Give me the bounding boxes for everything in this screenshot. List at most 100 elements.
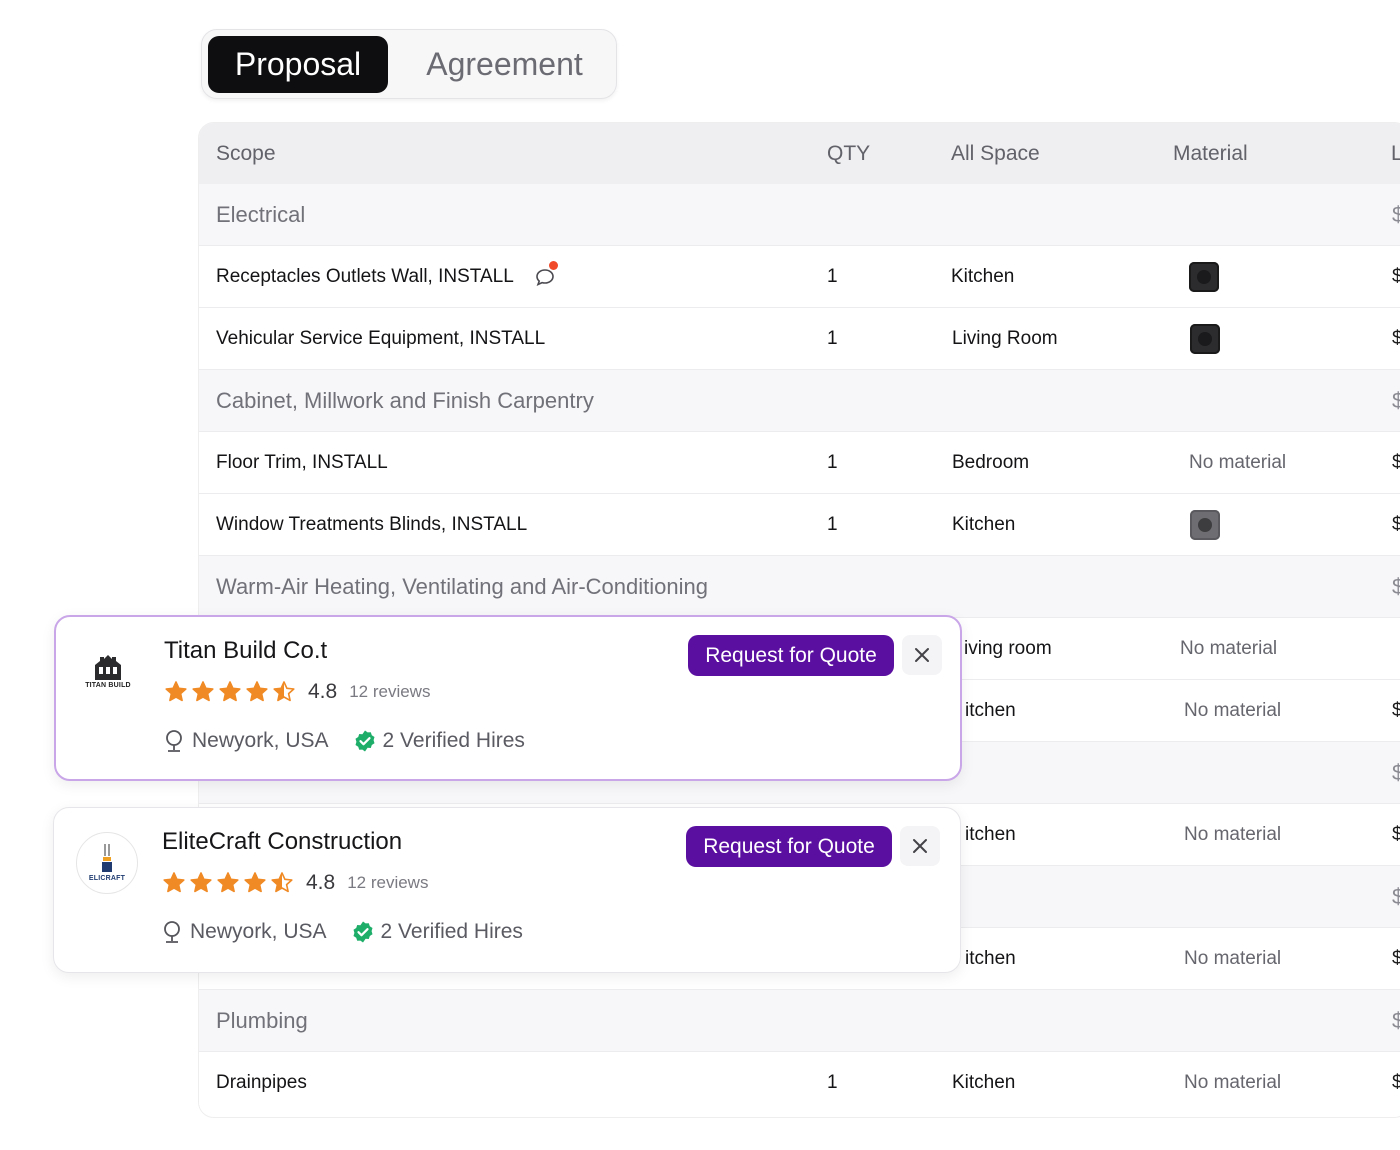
close-button[interactable] xyxy=(902,635,942,675)
material-cell: No material xyxy=(1180,637,1278,659)
scope-cell: Window Treatments Blinds, INSTALL xyxy=(216,513,528,535)
titan-logo-icon xyxy=(95,655,121,680)
rating-value: 4.8 xyxy=(306,871,336,894)
verified-badge-icon xyxy=(355,730,375,752)
material-cell: No material xyxy=(1189,451,1287,473)
table-row[interactable]: Vehicular Service Equipment, INSTALL 1 L… xyxy=(199,308,1400,370)
close-button[interactable] xyxy=(900,826,940,866)
price-cell: $ xyxy=(1392,246,1400,307)
material-cell: No material xyxy=(1184,823,1282,845)
category-row[interactable]: Warm-Air Heating, Ventilating and Air-Co… xyxy=(199,556,1400,618)
space-cell: Kitchen xyxy=(952,513,1016,535)
scope-cell: Vehicular Service Equipment, INSTALL xyxy=(216,327,546,349)
space-cell: Bedroom xyxy=(952,451,1030,473)
star-rating xyxy=(164,680,296,704)
price-cell: $ xyxy=(1392,308,1400,369)
space-cell: itchen xyxy=(965,947,1016,969)
request-quote-button[interactable]: Request for Quote xyxy=(688,635,894,676)
scope-label: Receptacles Outlets Wall, INSTALL xyxy=(216,265,514,287)
reviews-link[interactable]: 12 reviews xyxy=(349,682,430,702)
star-icon xyxy=(190,872,212,893)
table-row[interactable]: Window Treatments Blinds, INSTALL 1 Kitc… xyxy=(199,494,1400,556)
reviews-link[interactable]: 12 reviews xyxy=(347,873,428,893)
price-cell: $ xyxy=(1392,680,1400,741)
star-icon xyxy=(244,872,266,893)
star-icon xyxy=(165,681,187,702)
category-label: Warm-Air Heating, Ventilating and Air-Co… xyxy=(216,573,708,599)
category-label: Plumbing xyxy=(216,1007,308,1033)
verified-badge-icon xyxy=(353,921,373,943)
table-row[interactable]: Floor Trim, INSTALL 1 Bedroom No materia… xyxy=(199,432,1400,494)
rating-value: 4.8 xyxy=(308,680,338,703)
price-cell: $ xyxy=(1392,1052,1400,1114)
verified-hires: 2 Verified Hires xyxy=(353,729,525,753)
category-row[interactable]: Cabinet, Millwork and Finish Carpentry $ xyxy=(199,370,1400,432)
table-row[interactable]: Drainpipes 1 Kitchen No material $ xyxy=(199,1052,1400,1114)
verified-hires-text: 2 Verified Hires xyxy=(380,920,523,943)
verified-hires-text: 2 Verified Hires xyxy=(382,729,525,752)
notification-dot xyxy=(548,260,558,270)
category-row[interactable]: Plumbing $ xyxy=(199,990,1400,1052)
comment-icon[interactable] xyxy=(534,260,558,288)
space-cell: itchen xyxy=(965,823,1016,845)
material-swatch[interactable] xyxy=(1189,261,1219,292)
scope-cell: Drainpipes xyxy=(216,1072,307,1093)
rating: 4.8 12 reviews xyxy=(162,871,428,895)
company-name[interactable]: EliteCraft Construction xyxy=(162,828,402,856)
qty-cell: 1 xyxy=(827,327,838,349)
material-cell[interactable] xyxy=(1190,308,1220,369)
request-quote-button[interactable]: Request for Quote xyxy=(686,826,892,867)
location-text: Newyork, USA xyxy=(190,920,327,943)
material-cell: No material xyxy=(1184,1072,1282,1093)
category-row[interactable]: Electrical $ xyxy=(199,184,1400,246)
material-cell[interactable] xyxy=(1190,494,1220,555)
star-icon xyxy=(192,681,214,702)
close-icon xyxy=(913,839,927,853)
material-cell[interactable] xyxy=(1189,246,1219,307)
star-icon xyxy=(273,681,295,702)
contractor-card[interactable]: TITAN BUILD Titan Build Co.t 4.8 12 revi… xyxy=(54,615,962,781)
header-space[interactable]: All Space xyxy=(951,123,1040,184)
star-icon xyxy=(163,872,185,893)
header-material[interactable]: Material xyxy=(1173,123,1248,184)
category-label: Electrical xyxy=(216,201,306,227)
material-swatch[interactable] xyxy=(1190,509,1220,540)
view-tabs: Proposal Agreement xyxy=(201,29,617,99)
star-rating xyxy=(162,871,294,895)
location-text: Newyork, USA xyxy=(192,729,329,752)
space-cell: Kitchen xyxy=(952,1072,1016,1093)
location-pin-icon xyxy=(166,730,182,752)
star-icon xyxy=(219,681,241,702)
rating: 4.8 12 reviews xyxy=(164,680,430,704)
price-cell: $ xyxy=(1392,742,1400,803)
elicraft-logo-icon xyxy=(102,844,112,872)
price-cell: $ xyxy=(1392,432,1400,493)
material-cell: No material xyxy=(1184,699,1282,721)
star-icon xyxy=(271,872,293,893)
table-row[interactable]: Receptacles Outlets Wall, INSTALL 1 Kitc… xyxy=(199,246,1400,308)
price-cell: $ xyxy=(1392,990,1400,1051)
tab-agreement[interactable]: Agreement xyxy=(402,36,607,93)
header-scope[interactable]: Scope xyxy=(216,123,276,184)
verified-hires: 2 Verified Hires xyxy=(351,920,523,944)
tab-proposal[interactable]: Proposal xyxy=(208,36,388,93)
space-cell: Kitchen xyxy=(951,265,1015,287)
material-swatch[interactable] xyxy=(1190,323,1220,354)
company-name[interactable]: Titan Build Co.t xyxy=(164,637,327,665)
table-header: Scope QTY All Space Material L xyxy=(199,123,1400,184)
contractor-card[interactable]: ELICRAFT EliteCraft Construction 4.8 12 … xyxy=(53,807,961,973)
star-icon xyxy=(246,681,268,702)
company-logo: ELICRAFT xyxy=(76,832,138,894)
price-cell: $ xyxy=(1392,928,1400,989)
category-label: Cabinet, Millwork and Finish Carpentry xyxy=(216,387,594,413)
price-cell: $ xyxy=(1392,184,1400,245)
close-icon xyxy=(915,648,929,662)
price-cell: $ xyxy=(1392,866,1400,927)
price-cell: $ xyxy=(1392,804,1400,865)
location-pin-icon xyxy=(164,921,180,943)
space-cell: Living Room xyxy=(952,327,1058,349)
qty-cell: 1 xyxy=(827,1072,838,1093)
scope-cell: Receptacles Outlets Wall, INSTALL xyxy=(216,246,558,307)
header-qty[interactable]: QTY xyxy=(827,123,870,184)
header-last[interactable]: L xyxy=(1391,123,1400,184)
